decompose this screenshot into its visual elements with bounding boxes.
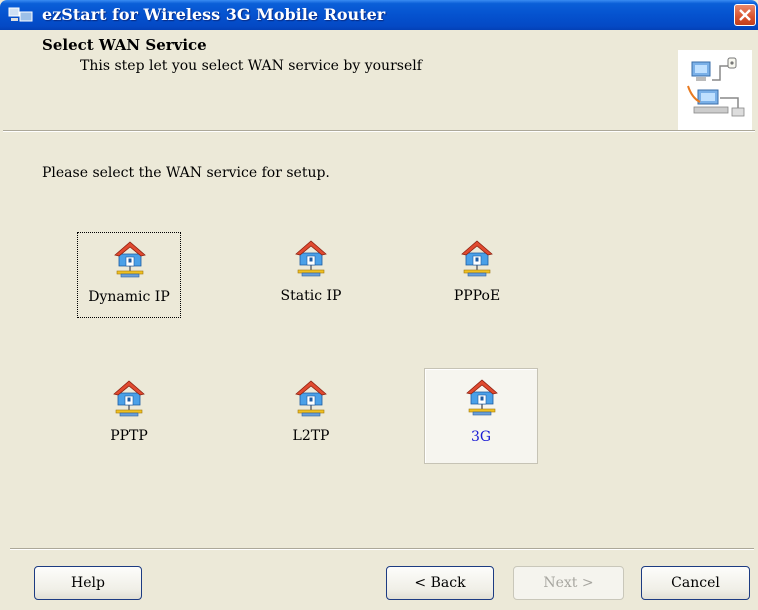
instruction-text: Please select the WAN service for setup.: [42, 165, 330, 181]
option-l2tp[interactable]: L2TP: [259, 372, 363, 458]
page-title: Select WAN Service: [42, 36, 207, 54]
app-icon: [8, 6, 34, 24]
option-label: PPTP: [110, 428, 148, 444]
next-button[interactable]: Next >: [513, 566, 624, 600]
house-network-icon: [460, 238, 494, 278]
window-title: ezStart for Wireless 3G Mobile Router: [42, 5, 386, 24]
option-label: Dynamic IP: [88, 289, 170, 305]
setup-wizard-window: ezStart for Wireless 3G Mobile Router Se…: [0, 0, 758, 610]
back-button[interactable]: < Back: [386, 566, 494, 600]
option-static-ip[interactable]: Static IP: [259, 232, 363, 318]
house-network-icon: [294, 378, 328, 418]
house-network-icon: [113, 239, 147, 279]
title-bar[interactable]: ezStart for Wireless 3G Mobile Router: [0, 0, 758, 30]
option-dynamic-ip[interactable]: Dynamic IP: [77, 232, 181, 318]
close-button[interactable]: [734, 4, 756, 26]
option-pptp[interactable]: PPTP: [77, 372, 181, 458]
option-label: PPPoE: [453, 288, 501, 304]
house-network-icon: [112, 378, 146, 418]
option-3g[interactable]: 3G: [424, 368, 538, 464]
option-pppoe[interactable]: PPPoE: [425, 232, 529, 318]
option-label: L2TP: [292, 428, 330, 444]
house-network-icon: [294, 238, 328, 278]
option-label: Static IP: [280, 288, 342, 304]
help-button[interactable]: Help: [34, 566, 142, 600]
page-subtitle: This step let you select WAN service by …: [80, 58, 422, 74]
footer-divider: [10, 548, 754, 550]
option-label: 3G: [470, 429, 492, 445]
close-icon: [739, 9, 751, 21]
house-network-icon: [465, 377, 499, 417]
cancel-button[interactable]: Cancel: [641, 566, 750, 600]
network-computers-icon: [678, 50, 752, 130]
